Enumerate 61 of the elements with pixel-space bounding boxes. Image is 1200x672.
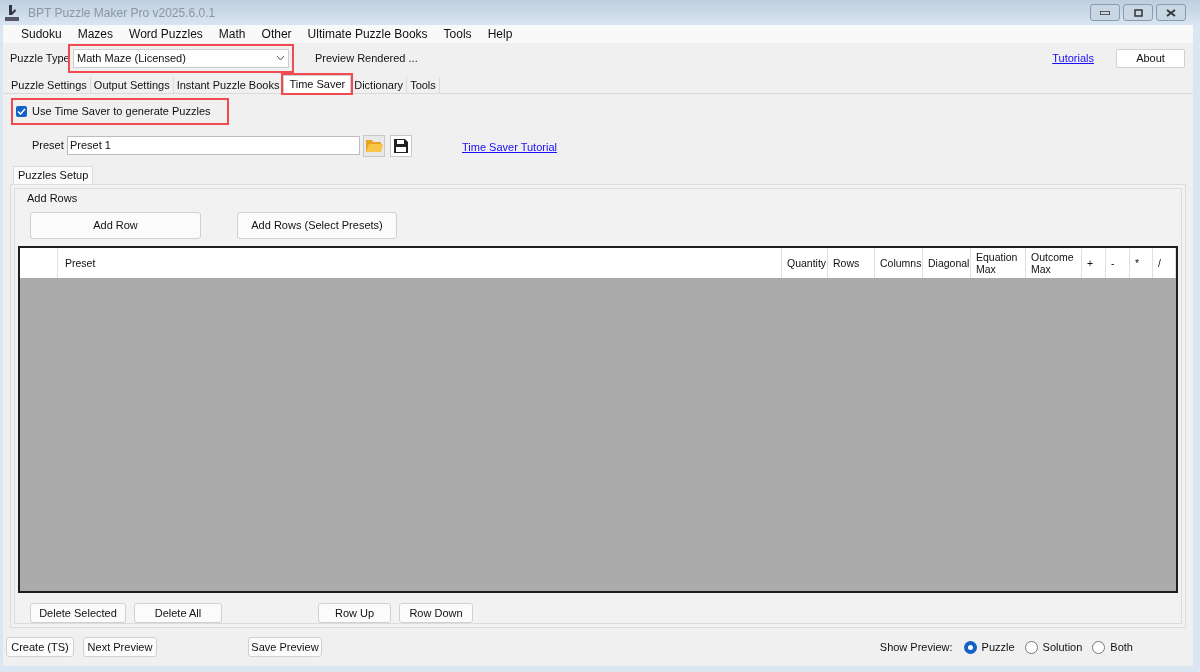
close-icon bbox=[1166, 8, 1176, 17]
maximize-button[interactable] bbox=[1123, 4, 1153, 21]
menu-item[interactable]: Other bbox=[253, 25, 300, 43]
add-row-button[interactable]: Add Row bbox=[30, 212, 201, 239]
radio-button[interactable] bbox=[1092, 640, 1106, 654]
preview-status-text: Preview Rendered ... bbox=[315, 50, 418, 66]
time-saver-tutorial-link[interactable]: Time Saver Tutorial bbox=[462, 139, 557, 156]
menu-item[interactable]: Sudoku bbox=[13, 25, 70, 43]
radio-label[interactable]: Puzzle bbox=[981, 638, 1015, 656]
menu-item[interactable]: Ultimate Puzzle Books bbox=[299, 25, 436, 43]
show-preview-label: Show Preview: bbox=[879, 639, 953, 655]
maximize-icon bbox=[1133, 8, 1143, 17]
checkbox[interactable] bbox=[16, 105, 27, 117]
bottom-button[interactable]: Next Preview bbox=[83, 637, 157, 657]
row-action-button[interactable]: Delete Selected bbox=[30, 603, 126, 623]
menu-item[interactable]: Help bbox=[479, 25, 521, 43]
column-header: Columns bbox=[875, 248, 923, 278]
tutorials-link[interactable]: Tutorials bbox=[1052, 49, 1094, 67]
save-button[interactable] bbox=[390, 134, 412, 157]
radio-label[interactable]: Both bbox=[1110, 638, 1133, 656]
column-header: Quantity bbox=[782, 248, 828, 278]
column-header: Rows bbox=[828, 248, 875, 278]
menu-item[interactable]: Math bbox=[210, 25, 254, 43]
app-logo-icon bbox=[4, 3, 20, 22]
close-button[interactable] bbox=[1156, 4, 1186, 21]
puzzle-type-label: Puzzle Type bbox=[10, 50, 71, 66]
row-action-button[interactable]: Delete All bbox=[134, 603, 222, 623]
column-header: Diagonal bbox=[923, 248, 971, 278]
column-header: Preset bbox=[58, 248, 782, 278]
tab[interactable]: Puzzles Setup bbox=[13, 165, 94, 184]
minimize-icon bbox=[1100, 10, 1110, 15]
column-header: - bbox=[1106, 248, 1130, 278]
row-action-button[interactable]: Row Down bbox=[399, 603, 473, 623]
radio-button[interactable] bbox=[1024, 640, 1038, 654]
add-row-button[interactable]: Add Rows (Select Presets) bbox=[237, 212, 397, 239]
radio-label[interactable]: Solution bbox=[1042, 638, 1083, 656]
bottom-button[interactable]: Save Preview bbox=[248, 637, 322, 657]
folder-icon bbox=[365, 138, 383, 153]
column-header: * bbox=[1130, 248, 1153, 278]
radio-button[interactable] bbox=[963, 640, 977, 654]
about-button[interactable]: About bbox=[1116, 48, 1185, 68]
menu-item[interactable]: Tools bbox=[435, 25, 480, 43]
column-header: / bbox=[1153, 248, 1176, 278]
row-action-button[interactable]: Row Up bbox=[318, 603, 391, 623]
preset-field[interactable]: Preset 1 bbox=[67, 136, 360, 155]
preset-label: Preset bbox=[32, 138, 65, 154]
checkbox-label[interactable]: Use Time Saver to generate Puzzles bbox=[32, 103, 211, 120]
column-header: + bbox=[1082, 248, 1106, 278]
bottom-button[interactable]: Create (TS) bbox=[6, 637, 74, 657]
menu-item[interactable]: Mazes bbox=[69, 25, 122, 43]
chevron-down-icon bbox=[276, 55, 285, 61]
menu-item[interactable]: Word Puzzles bbox=[121, 25, 211, 43]
window-title: BPT Puzzle Maker Pro v2025.6.0.1 bbox=[28, 4, 216, 22]
column-header: Equation Max bbox=[971, 248, 1026, 278]
minimize-button[interactable] bbox=[1090, 4, 1120, 21]
tab[interactable]: Puzzle Settings bbox=[8, 77, 91, 93]
group-title: Add Rows bbox=[27, 190, 79, 206]
tab[interactable]: Time Saver bbox=[283, 75, 352, 93]
column-header: Outcome Max bbox=[1026, 248, 1082, 278]
puzzle-type-dropdown[interactable]: Math Maze (Licensed) bbox=[73, 48, 289, 68]
tab[interactable]: Tools bbox=[407, 77, 440, 93]
